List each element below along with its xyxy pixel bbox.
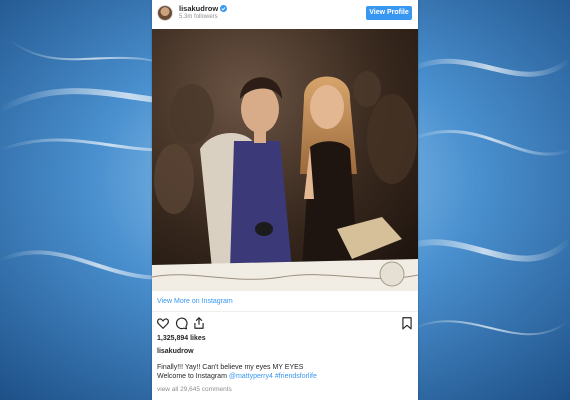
hashtag-link[interactable]: #friendsforlife xyxy=(275,373,317,380)
caption-text-2: Welcome to Instagram @mattyperry4 #frien… xyxy=(157,373,317,380)
view-more-link[interactable]: View More on Instagram xyxy=(157,298,233,305)
username[interactable]: lisakudrow xyxy=(179,4,228,13)
view-profile-button[interactable]: View Profile xyxy=(366,6,412,20)
caption-text: Finally!!! Yay!! Can't believe my eyes M… xyxy=(157,364,304,371)
verified-badge-icon xyxy=(220,4,228,12)
post-header: lisakudrow 5.3m followers View Profile xyxy=(152,0,418,28)
username-text[interactable]: lisakudrow xyxy=(179,4,218,13)
follower-count: 5.3m followers xyxy=(179,14,218,20)
like-count: 1,325,894 likes xyxy=(157,335,206,342)
avatar[interactable] xyxy=(157,5,173,21)
post-actions xyxy=(152,316,418,334)
divider xyxy=(152,311,418,312)
comment-icon[interactable] xyxy=(174,316,188,330)
view-all-comments-link[interactable]: view all 29,645 comments xyxy=(157,386,232,393)
caption-username[interactable]: lisakudrow xyxy=(157,348,194,355)
share-icon[interactable] xyxy=(192,316,206,330)
heart-icon[interactable] xyxy=(156,316,170,330)
instagram-embed-card: lisakudrow 5.3m followers View Profile V… xyxy=(152,0,418,400)
mention-link[interactable]: @mattyperry4 xyxy=(229,373,273,380)
caption-text-welcome: Welcome to Instagram xyxy=(157,373,229,380)
post-photo[interactable] xyxy=(152,29,418,291)
bookmark-icon[interactable] xyxy=(400,316,414,330)
